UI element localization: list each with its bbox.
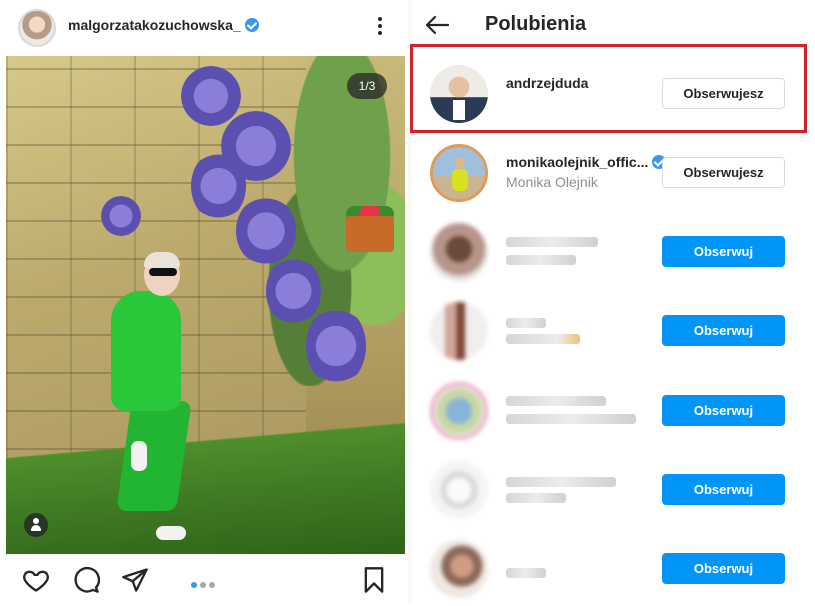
likes-panel: Polubienia andrzejduda Obserwujesz monik… (412, 0, 815, 604)
blurred-full-name (506, 255, 576, 265)
post-author-username-container[interactable]: malgorzatakozuchowska_ (68, 17, 259, 33)
follow-button[interactable]: Obserwuj (662, 553, 785, 584)
photo-person-body (111, 291, 181, 411)
avatar[interactable] (430, 302, 488, 360)
user-tag-icon[interactable] (24, 513, 48, 537)
photo-wisteria (101, 196, 141, 236)
carousel-page-indicator: 1/3 (347, 73, 387, 99)
likes-list-item[interactable]: Obserwuj (412, 457, 815, 527)
post-panel: malgorzatakozuchowska_ 1/3 (0, 0, 408, 604)
photo-wisteria (181, 66, 241, 126)
username[interactable]: andrzejduda (506, 75, 588, 91)
carousel-dot (191, 582, 197, 588)
follow-button[interactable]: Obserwuj (662, 474, 785, 505)
follow-button[interactable]: Obserwuj (662, 315, 785, 346)
blurred-username (506, 237, 598, 247)
following-button[interactable]: Obserwujesz (662, 157, 785, 188)
likes-list-item[interactable]: Obserwuj (412, 298, 815, 368)
carousel-dot (200, 582, 206, 588)
page-title: Polubienia (485, 13, 587, 35)
avatar[interactable] (430, 540, 488, 598)
photo-wisteria (236, 196, 296, 266)
avatar-face (455, 157, 465, 169)
likes-list-item[interactable]: Obserwuj (412, 219, 815, 289)
blurred-full-name (506, 493, 566, 503)
photo-wisteria (306, 306, 366, 386)
blurred-username (506, 396, 606, 406)
photo-person-shoe (131, 441, 147, 471)
avatar-shirt (453, 100, 465, 120)
photo-flower-pot (346, 216, 394, 252)
follow-button[interactable]: Obserwuj (662, 395, 785, 426)
likes-list-item[interactable]: Obserwuj (412, 536, 815, 606)
avatar[interactable] (430, 144, 488, 202)
photo-wisteria (191, 151, 246, 221)
comment-icon[interactable] (72, 566, 101, 594)
blurred-username (506, 568, 546, 578)
likes-list-item[interactable]: monikaolejnik_offic... Monika Olejnik Ob… (412, 140, 815, 210)
photo-person-glasses (149, 268, 177, 276)
post-author-username[interactable]: malgorzatakozuchowska_ (68, 17, 241, 33)
bookmark-icon[interactable] (360, 566, 388, 594)
likes-list-item[interactable]: Obserwuj (412, 378, 815, 448)
carousel-dot (209, 582, 215, 588)
avatar[interactable] (430, 461, 488, 519)
following-button[interactable]: Obserwujesz (662, 78, 785, 109)
post-header: malgorzatakozuchowska_ (0, 0, 408, 56)
avatar[interactable] (430, 65, 488, 123)
username[interactable]: monikaolejnik_offic... (506, 154, 648, 170)
back-arrow-icon[interactable] (424, 12, 450, 38)
likes-list-item[interactable]: andrzejduda Obserwujesz (412, 61, 815, 131)
blurred-full-name (506, 334, 580, 344)
avatar[interactable] (430, 223, 488, 281)
blurred-full-name (506, 414, 636, 424)
post-author-avatar[interactable] (18, 9, 56, 47)
more-options-icon[interactable] (374, 14, 386, 40)
full-name: Monika Olejnik (506, 174, 598, 190)
send-icon[interactable] (121, 566, 149, 594)
username-container[interactable]: monikaolejnik_offic... (506, 154, 667, 170)
post-photo[interactable] (6, 56, 405, 554)
follow-button[interactable]: Obserwuj (662, 236, 785, 267)
photo-person-shoe (156, 526, 186, 540)
photo-wisteria (266, 256, 321, 326)
photo-person-hair (144, 252, 180, 268)
photo-grass (6, 406, 405, 554)
heart-icon[interactable] (22, 566, 50, 594)
blurred-username (506, 318, 546, 328)
verified-badge-icon (244, 18, 259, 32)
blurred-username (506, 477, 616, 487)
carousel-dots (191, 575, 218, 593)
avatar-dress (452, 169, 468, 191)
avatar[interactable] (430, 382, 488, 440)
